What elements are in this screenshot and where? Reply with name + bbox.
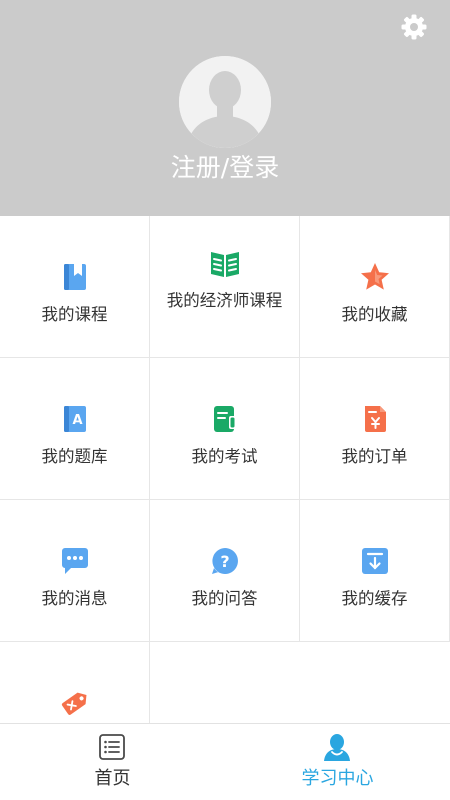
menu-item-my-exams[interactable]: 我的考试 [150,358,300,500]
book-bookmark-icon [59,261,91,293]
coupon-tag-icon [59,687,91,719]
menu-item-my-cache[interactable]: 我的缓存 [300,500,450,642]
exam-icon [209,403,241,435]
home-list-icon [97,732,127,762]
menu-item-question-bank[interactable]: A 我的题库 [0,358,150,500]
menu-item-coupons[interactable] [0,642,150,723]
user-icon [322,732,352,762]
svg-text:A: A [72,413,82,428]
menu-item-my-messages[interactable]: 我的消息 [0,500,150,642]
login-register-link[interactable]: 注册/登录 [0,150,450,186]
download-icon [359,545,391,577]
bottom-tab-bar: 首页 学习中心 [0,723,450,800]
menu-grid: 我的课程 我的经济师课程 我的收藏 A 我的题库 我的考试 我的订单 我的消息 … [0,216,450,723]
order-icon [359,403,391,435]
tab-home[interactable]: 首页 [0,724,225,800]
menu-item-my-courses[interactable]: 我的课程 [0,216,150,358]
question-icon: ? [209,545,241,577]
gear-icon[interactable] [400,13,428,41]
menu-item-my-favorites[interactable]: 我的收藏 [300,216,450,358]
avatar[interactable] [179,56,271,148]
star-icon [359,261,391,293]
menu-item-my-orders[interactable]: 我的订单 [300,358,450,500]
menu-item-my-questions[interactable]: ? 我的问答 [150,500,300,642]
tab-learning-center[interactable]: 学习中心 [225,724,450,800]
open-book-icon [209,248,241,280]
question-bank-icon: A [59,403,91,435]
profile-header: 注册/登录 [0,0,450,216]
message-icon [59,545,91,577]
menu-item-economist-courses[interactable]: 我的经济师课程 [150,216,300,358]
svg-text:?: ? [220,552,229,571]
